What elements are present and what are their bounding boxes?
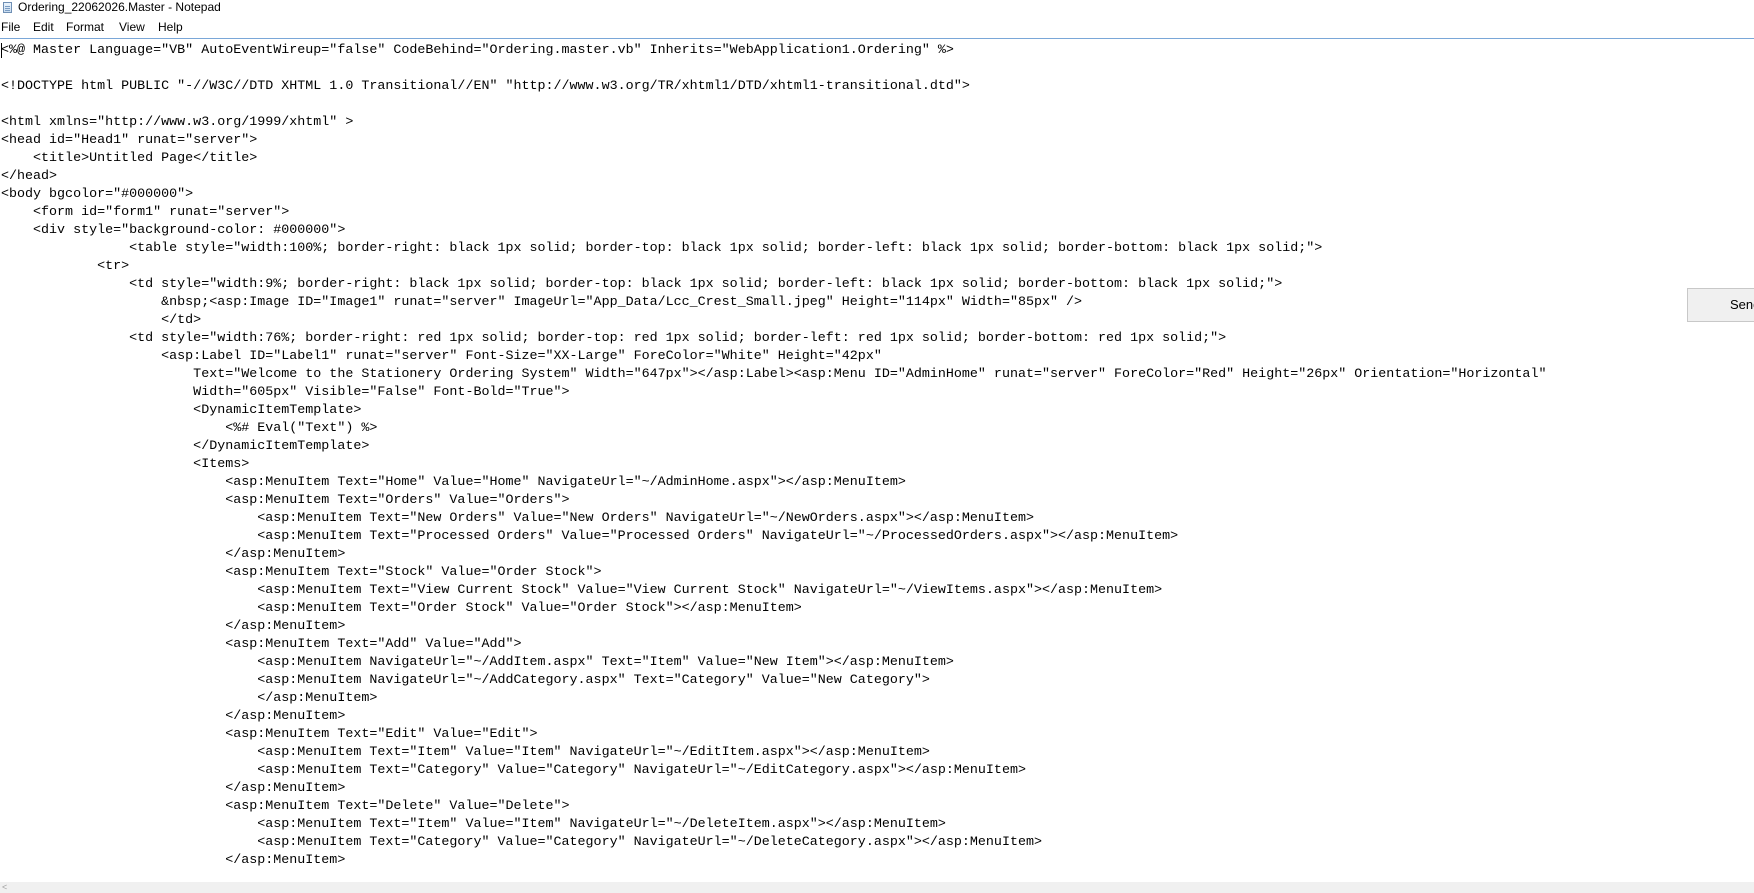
code-line: <asp:MenuItem Text="View Current Stock" … [1,583,1163,598]
code-line: <asp:MenuItem NavigateUrl="~/AddItem.asp… [1,655,954,670]
code-line: </DynamicItemTemplate> [1,439,370,454]
code-line: </asp:MenuItem> [1,619,346,634]
code-line: </asp:MenuItem> [1,547,346,562]
notepad-icon [3,2,12,13]
code-line: </asp:MenuItem> [1,781,346,796]
code-line: <asp:MenuItem Text="New Orders" Value="N… [1,511,1034,526]
send-button[interactable]: Send [1687,288,1754,322]
code-line: <%# Eval("Text") %> [1,421,378,436]
menu-bar: File Edit Format View Help [0,17,1754,37]
text-editor[interactable]: <%@ Master Language="VB" AutoEventWireup… [0,39,1754,882]
code-line: <table style="width:100%; border-right: … [1,241,1323,256]
code-line: <asp:MenuItem Text="Orders" Value="Order… [1,493,570,508]
code-line: <asp:MenuItem Text="Item" Value="Item" N… [1,745,930,760]
code-line: <asp:MenuItem NavigateUrl="~/AddCategory… [1,673,930,688]
code-line: <DynamicItemTemplate> [1,403,362,418]
code-line: <div style="background-color: #000000"> [1,223,346,238]
menu-format[interactable]: Format [66,17,104,37]
code-line: <body bgcolor="#000000"> [1,187,194,202]
code-line: <asp:MenuItem Text="Add" Value="Add"> [1,637,522,652]
code-line: <%@ Master Language="VB" AutoEventWireup… [1,43,954,58]
code-line: <asp:MenuItem Text="Edit" Value="Edit"> [1,727,538,742]
code-line: Width="605px" Visible="False" Font-Bold=… [1,385,570,400]
code-line: </head> [1,169,58,184]
code-line: <asp:MenuItem Text="Order Stock" Value="… [1,601,802,616]
code-line: <asp:MenuItem Text="Category" Value="Cat… [1,763,1026,778]
menu-edit[interactable]: Edit [33,17,54,37]
menu-view[interactable]: View [119,17,145,37]
menu-file[interactable]: File [1,17,20,37]
code-line: <asp:MenuItem Text="Item" Value="Item" N… [1,817,946,832]
code-line: Text="Welcome to the Stationery Ordering… [1,367,1547,382]
menu-help[interactable]: Help [158,17,183,37]
title-bar: Ordering_22062026.Master - Notepad [0,0,1754,15]
code-line: <asp:Label ID="Label1" runat="server" Fo… [1,349,882,364]
code-line: <asp:MenuItem Text="Category" Value="Cat… [1,835,1042,850]
code-line: <td style="width:9%; border-right: black… [1,277,1283,292]
code-line: &nbsp;<asp:Image ID="Image1" runat="serv… [1,295,1083,310]
code-line: </asp:MenuItem> [1,691,378,706]
code-line: <Items> [1,457,250,472]
scroll-left-arrow-icon[interactable]: < [2,882,7,893]
code-line: <asp:MenuItem Text="Processed Orders" Va… [1,529,1179,544]
code-line: </asp:MenuItem> [1,709,346,724]
editor-text: <%@ Master Language="VB" AutoEventWireup… [1,42,1546,870]
code-line: <!DOCTYPE html PUBLIC "-//W3C//DTD XHTML… [1,79,970,94]
text-caret [1,43,2,58]
notepad-window: Ordering_22062026.Master - Notepad File … [0,0,1754,893]
window-title: Ordering_22062026.Master - Notepad [18,0,221,14]
code-line: <form id="form1" runat="server"> [1,205,290,220]
code-line: <html xmlns="http://www.w3.org/1999/xhtm… [1,115,354,130]
code-line: <asp:MenuItem Text="Delete" Value="Delet… [1,799,570,814]
code-line: </asp:MenuItem> [1,853,346,868]
code-line: <title>Untitled Page</title> [1,151,258,166]
code-line: <asp:MenuItem Text="Stock" Value="Order … [1,565,602,580]
code-line: <head id="Head1" runat="server"> [1,133,258,148]
code-line: <tr> [1,259,130,274]
code-line: <td style="width:76%; border-right: red … [1,331,1227,346]
horizontal-scrollbar[interactable]: < [0,882,1754,893]
code-line: </td> [1,313,202,328]
code-line: <asp:MenuItem Text="Home" Value="Home" N… [1,475,906,490]
